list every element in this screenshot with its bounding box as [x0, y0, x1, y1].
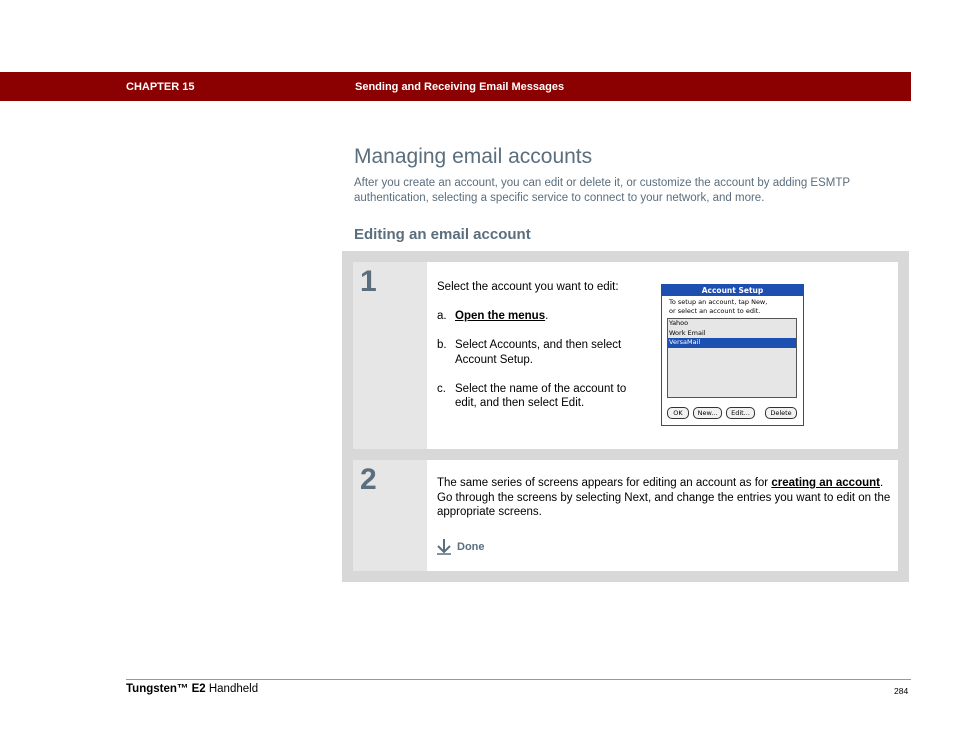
step-2: 2 The same series of screens appears for…: [353, 460, 898, 571]
account-list: Yahoo Work Email VersaMail: [667, 318, 797, 398]
step-lead: Select the account you want to edit:: [437, 281, 619, 293]
step-number: 1: [360, 265, 377, 298]
substep-letter: c.: [437, 382, 446, 395]
substep-punctuation: .: [545, 310, 549, 322]
step-text-part: The same series of screens appears for e…: [437, 477, 772, 489]
step-number-column: 1: [353, 262, 427, 449]
palm-instruction-line: or select an account to edit.: [669, 307, 761, 315]
substep-a: a. Open the menus.: [437, 309, 627, 324]
palm-instructions: To setup an account, tap New, or select …: [669, 298, 803, 316]
steps-panel: 1 Select the account you want to edit: a…: [342, 251, 909, 582]
footer-product-name: Handheld: [205, 683, 259, 695]
section-title: Managing email accounts: [354, 145, 593, 168]
step-1: 1 Select the account you want to edit: a…: [353, 262, 898, 449]
substep-text: Select Accounts, and then select Account…: [455, 339, 622, 366]
page-number: 284: [894, 686, 909, 696]
substep-letter: b.: [437, 339, 447, 351]
palm-instruction-line: To setup an account, tap New,: [669, 298, 768, 306]
subsection-heading: Editing an email account: [354, 226, 531, 243]
footer-brand: Tungsten™ E2: [126, 683, 206, 695]
account-list-item: Work Email: [669, 328, 706, 337]
palm-title-bar: Account Setup: [662, 285, 803, 296]
done-label: Done: [457, 541, 485, 553]
chapter-header-bar: CHAPTER 15 Sending and Receiving Email M…: [0, 72, 911, 101]
open-the-menus-link[interactable]: Open the menus: [455, 310, 545, 322]
step-1-text: Select the account you want to edit: a. …: [437, 280, 627, 425]
substep-text: Select the name of the account to edit, …: [455, 382, 627, 410]
palm-edit-button: Edit...: [726, 407, 755, 419]
footer-divider: [126, 679, 911, 680]
step-number-column: 2: [353, 460, 427, 571]
chapter-number: CHAPTER 15: [126, 81, 195, 93]
account-list-item-selected: VersaMail: [668, 338, 796, 348]
chapter-title: Sending and Receiving Email Messages: [355, 81, 565, 93]
step-number: 2: [360, 463, 377, 496]
done-marker: Done: [437, 539, 485, 555]
footer-product: Tungsten™ E2 Handheld: [126, 683, 258, 695]
account-setup-screenshot: Account Setup To setup an account, tap N…: [661, 284, 804, 426]
creating-an-account-link[interactable]: creating an account: [771, 477, 880, 489]
substep-letter: a.: [437, 310, 447, 322]
palm-new-button: New...: [693, 407, 722, 419]
palm-delete-button: Delete: [765, 407, 797, 419]
step-2-text: The same series of screens appears for e…: [437, 476, 892, 520]
palm-button-row: OK New... Edit... Delete: [667, 407, 798, 419]
substep-b: b. Select Accounts, and then select Acco…: [437, 338, 627, 367]
section-intro: After you create an account, you can edi…: [354, 177, 850, 204]
substep-c: c. Select the name of the account to edi…: [437, 382, 627, 411]
palm-ok-button: OK: [667, 407, 689, 419]
account-list-item: Yahoo: [669, 319, 689, 327]
down-arrow-icon: [437, 539, 451, 555]
